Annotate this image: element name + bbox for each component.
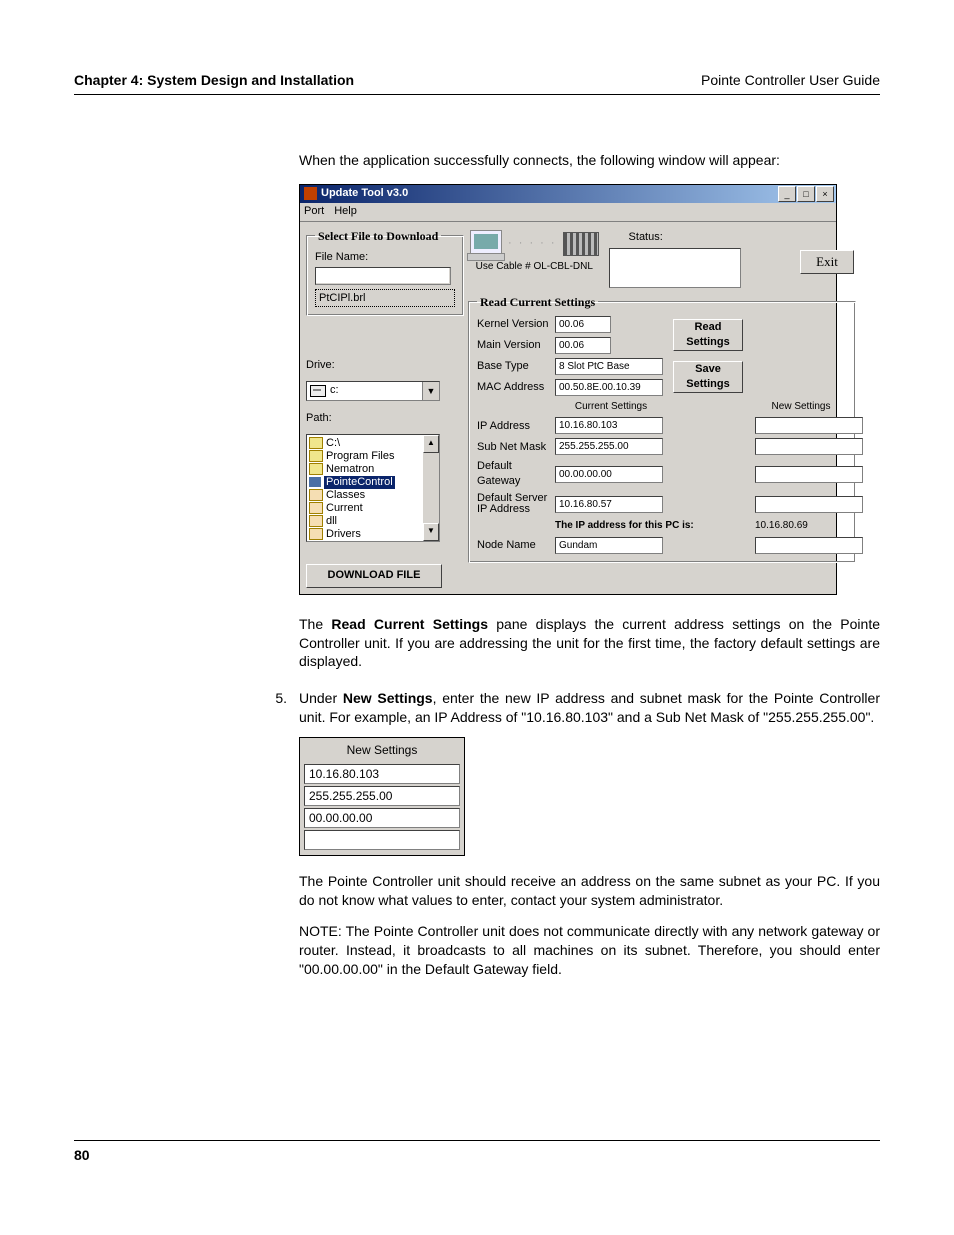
base-value: 8 Slot PtC Base xyxy=(555,358,663,375)
window-title: Update Tool v3.0 xyxy=(321,186,778,201)
select-file-legend: Select File to Download xyxy=(315,228,441,244)
pcip-value: 10.16.80.69 xyxy=(755,519,847,533)
node-label: Node Name xyxy=(477,538,549,553)
maximize-button[interactable]: □ xyxy=(797,186,815,202)
read-settings-paragraph: The Read Current Settings pane displays … xyxy=(299,615,880,672)
server-value: 10.16.80.57 xyxy=(555,496,663,513)
main-value: 00.06 xyxy=(555,337,611,354)
tree-drivers[interactable]: Drivers xyxy=(326,528,361,540)
gateway-value: 00.00.00.00 xyxy=(555,466,663,483)
guide-heading: Pointe Controller User Guide xyxy=(701,72,880,88)
mac-value: 00.50.8E.00.10.39 xyxy=(555,379,663,396)
kernel-value: 00.06 xyxy=(555,316,611,333)
filetype-select[interactable]: PtCIPl.brl xyxy=(315,289,455,307)
subnet-new-input[interactable] xyxy=(755,438,863,455)
new-settings-blank[interactable] xyxy=(304,830,460,850)
server-label-2: IP Address xyxy=(477,503,530,515)
step-number-5: 5. xyxy=(271,689,287,727)
minimize-button[interactable]: _ xyxy=(778,186,796,202)
subnet-label: Sub Net Mask xyxy=(477,440,549,455)
mac-label: MAC Address xyxy=(477,380,549,395)
filename-input[interactable] xyxy=(315,267,451,285)
status-label: Status: xyxy=(629,230,790,245)
filename-label: File Name: xyxy=(315,250,455,265)
intro-paragraph: When the application successfully connec… xyxy=(299,151,880,170)
gateway-new-input[interactable] xyxy=(755,466,863,483)
subnet-value: 255.255.255.00 xyxy=(555,438,663,455)
chevron-down-icon[interactable]: ▼ xyxy=(422,382,439,400)
node-new-input[interactable] xyxy=(755,537,863,554)
menubar: Port Help xyxy=(300,203,836,222)
menu-help[interactable]: Help xyxy=(334,204,357,219)
drive-combo[interactable]: c: ▼ xyxy=(306,381,440,401)
save-settings-button[interactable]: Save Settings xyxy=(673,361,743,393)
titlebar[interactable]: Update Tool v3.0 _ □ × xyxy=(300,185,836,203)
update-tool-window: Update Tool v3.0 _ □ × Port Help Select … xyxy=(299,184,837,595)
read-settings-legend: Read Current Settings xyxy=(477,294,598,310)
pcip-label: The IP address for this PC is: xyxy=(555,519,749,533)
new-settings-header: New Settings xyxy=(755,400,847,414)
select-file-group: Select File to Download File Name: PtCIP… xyxy=(306,228,464,316)
tree-root[interactable]: C:\ xyxy=(326,437,340,449)
current-settings-header: Current Settings xyxy=(555,400,667,414)
tree-current[interactable]: Current xyxy=(326,502,363,514)
note-paragraph: NOTE: The Pointe Controller unit does no… xyxy=(299,922,880,979)
new-settings-figure: New Settings 10.16.80.103 255.255.255.00… xyxy=(299,737,465,856)
status-box xyxy=(609,248,741,288)
new-settings-ip[interactable]: 10.16.80.103 xyxy=(304,764,460,784)
read-settings-button[interactable]: Read Settings xyxy=(673,319,743,351)
path-label: Path: xyxy=(306,411,462,426)
tree-nematron[interactable]: Nematron xyxy=(326,463,374,475)
node-value: Gundam xyxy=(555,537,663,554)
cable-label: Use Cable # OL-CBL-DNL xyxy=(476,260,593,274)
controller-icon xyxy=(563,232,599,256)
subnet-paragraph: The Pointe Controller unit should receiv… xyxy=(299,872,880,910)
server-new-input[interactable] xyxy=(755,496,863,513)
tree-dll[interactable]: dll xyxy=(326,515,337,527)
tree-program-files[interactable]: Program Files xyxy=(326,450,394,462)
base-label: Base Type xyxy=(477,359,549,374)
new-settings-subnet[interactable]: 255.255.255.00 xyxy=(304,786,460,806)
tree-scrollbar[interactable]: ▲ ▼ xyxy=(423,435,439,541)
menu-port[interactable]: Port xyxy=(304,204,324,219)
drive-value: c: xyxy=(330,383,339,398)
scroll-down-icon[interactable]: ▼ xyxy=(423,523,439,541)
tree-help[interactable]: Help xyxy=(326,541,349,542)
drive-icon xyxy=(310,385,326,397)
drive-label: Drive: xyxy=(306,358,462,373)
kernel-label: Kernel Version xyxy=(477,317,549,332)
path-tree[interactable]: C:\ Program Files Nematron PointeControl… xyxy=(306,434,440,542)
page-number: 80 xyxy=(74,1140,880,1163)
cable-dots: · · · · · xyxy=(508,236,557,251)
new-settings-figure-header: New Settings xyxy=(300,738,464,762)
chapter-heading: Chapter 4: System Design and Installatio… xyxy=(74,72,354,88)
pc-icon xyxy=(470,230,502,258)
download-file-button[interactable]: DOWNLOAD FILE xyxy=(306,564,442,588)
tree-pointecontrol[interactable]: PointeControl xyxy=(324,476,395,489)
tree-classes[interactable]: Classes xyxy=(326,489,365,501)
gateway-label: Default Gateway xyxy=(477,459,549,489)
app-icon xyxy=(304,187,317,200)
ip-new-input[interactable] xyxy=(755,417,863,434)
read-settings-group: Read Current Settings Kernel Version 00.… xyxy=(468,294,856,563)
step-5-text: Under New Settings, enter the new IP add… xyxy=(299,689,880,727)
ip-value: 10.16.80.103 xyxy=(555,417,663,434)
close-button[interactable]: × xyxy=(816,186,834,202)
new-settings-gateway[interactable]: 00.00.00.00 xyxy=(304,808,460,828)
scroll-up-icon[interactable]: ▲ xyxy=(423,435,439,453)
main-label: Main Version xyxy=(477,338,549,353)
ip-label: IP Address xyxy=(477,419,549,434)
exit-button[interactable]: Exit xyxy=(800,250,854,274)
